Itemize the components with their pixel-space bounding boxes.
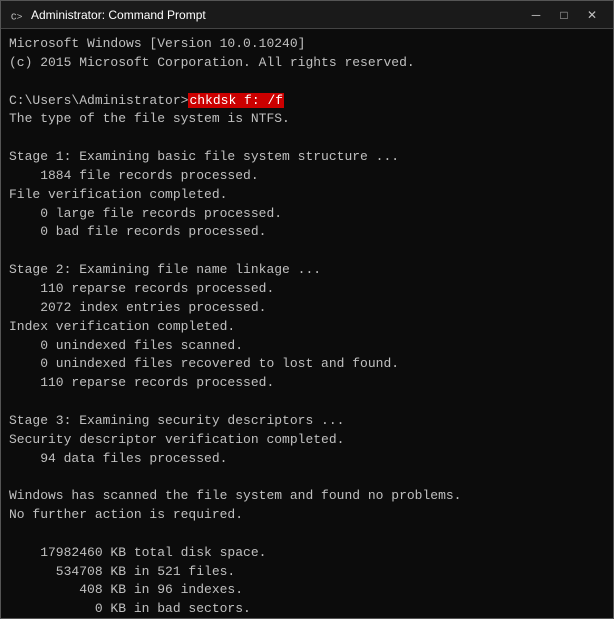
line-7: Stage 1: Examining basic file system str… xyxy=(9,148,605,167)
line-27 xyxy=(9,525,605,544)
line-2: (c) 2015 Microsoft Corporation. All righ… xyxy=(9,54,605,73)
line-15: 2072 index entries processed. xyxy=(9,299,605,318)
line-1: Microsoft Windows [Version 10.0.10240] xyxy=(9,35,605,54)
line-28: 17982460 KB total disk space. xyxy=(9,544,605,563)
line-12 xyxy=(9,242,605,261)
line-23: 94 data files processed. xyxy=(9,450,605,469)
maximize-button[interactable]: □ xyxy=(551,5,577,25)
line-16: Index verification completed. xyxy=(9,318,605,337)
line-17: 0 unindexed files scanned. xyxy=(9,337,605,356)
command-prompt-window: C> Administrator: Command Prompt ─ □ ✕ M… xyxy=(0,0,614,619)
line-21: Stage 3: Examining security descriptors … xyxy=(9,412,605,431)
line-14: 110 reparse records processed. xyxy=(9,280,605,299)
cmd-icon: C> xyxy=(9,7,25,23)
line-22: Security descriptor verification complet… xyxy=(9,431,605,450)
window-title: Administrator: Command Prompt xyxy=(31,8,206,22)
title-bar-left: C> Administrator: Command Prompt xyxy=(9,7,206,23)
line-5: The type of the file system is NTFS. xyxy=(9,110,605,129)
line-3 xyxy=(9,73,605,92)
line-20 xyxy=(9,393,605,412)
prompt-text: C:\Users\Administrator> xyxy=(9,93,188,108)
line-26: No further action is required. xyxy=(9,506,605,525)
line-29: 534708 KB in 521 files. xyxy=(9,563,605,582)
minimize-button[interactable]: ─ xyxy=(523,5,549,25)
close-button[interactable]: ✕ xyxy=(579,5,605,25)
line-8: 1884 file records processed. xyxy=(9,167,605,186)
line-31: 0 KB in bad sectors. xyxy=(9,600,605,618)
terminal-body[interactable]: Microsoft Windows [Version 10.0.10240] (… xyxy=(1,29,613,618)
line-9: File verification completed. xyxy=(9,186,605,205)
command-text: chkdsk f: /f xyxy=(188,93,284,108)
line-30: 408 KB in 96 indexes. xyxy=(9,581,605,600)
svg-text:C>: C> xyxy=(11,11,23,22)
line-10: 0 large file records processed. xyxy=(9,205,605,224)
line-6 xyxy=(9,129,605,148)
prompt-line: C:\Users\Administrator>chkdsk f: /f xyxy=(9,92,605,111)
line-11: 0 bad file records processed. xyxy=(9,223,605,242)
line-19: 110 reparse records processed. xyxy=(9,374,605,393)
line-13: Stage 2: Examining file name linkage ... xyxy=(9,261,605,280)
line-24 xyxy=(9,468,605,487)
line-18: 0 unindexed files recovered to lost and … xyxy=(9,355,605,374)
title-bar: C> Administrator: Command Prompt ─ □ ✕ xyxy=(1,1,613,29)
line-25: Windows has scanned the file system and … xyxy=(9,487,605,506)
title-bar-controls: ─ □ ✕ xyxy=(523,5,605,25)
